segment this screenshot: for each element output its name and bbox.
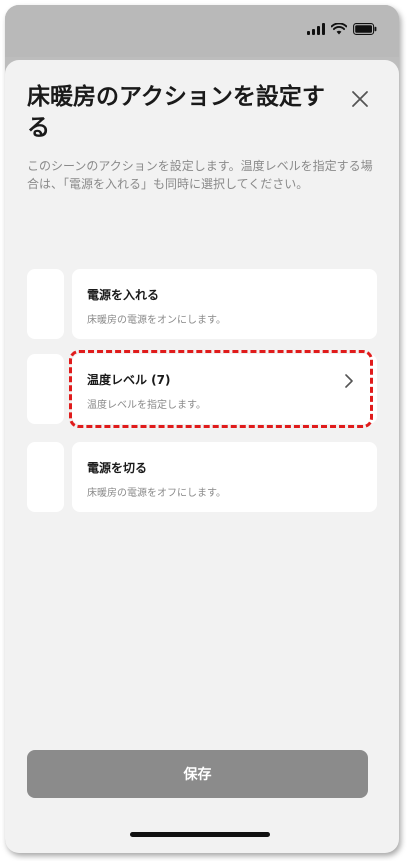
action-description: 温度レベルを指定します。 xyxy=(87,400,206,411)
action-icon-tile xyxy=(27,442,64,512)
action-icon-tile xyxy=(27,354,64,424)
status-bar xyxy=(5,5,399,57)
save-button[interactable]: 保存 xyxy=(27,750,368,798)
action-title: 電源を入れる xyxy=(87,288,160,302)
action-icon-tile xyxy=(27,269,64,339)
action-description: 床暖房の電源をオンにします。 xyxy=(87,315,226,326)
close-icon[interactable] xyxy=(349,88,371,110)
phone-frame: 床暖房のアクションを設定する このシーンのアクションを設定します。温度レベルを指… xyxy=(5,5,399,853)
action-row-power-on: 電源を入れる 床暖房の電源をオンにします。 xyxy=(27,269,377,339)
action-card-temperature-level[interactable]: 温度レベル (7) 温度レベルを指定します。 xyxy=(72,354,377,424)
signal-icon xyxy=(307,23,325,35)
sheet-description: このシーンのアクションを設定します。温度レベルを指定する場合は、「電源を入れる」… xyxy=(27,159,373,191)
action-title: 電源を切る xyxy=(87,461,148,475)
home-indicator[interactable] xyxy=(130,832,270,837)
action-title: 温度レベル (7) xyxy=(87,373,171,387)
sheet-title: 床暖房のアクションを設定する xyxy=(27,84,325,141)
action-card-power-on[interactable]: 電源を入れる 床暖房の電源をオンにします。 xyxy=(72,269,377,339)
action-sheet: 床暖房のアクションを設定する このシーンのアクションを設定します。温度レベルを指… xyxy=(5,60,399,853)
action-description: 床暖房の電源をオフにします。 xyxy=(87,488,226,499)
action-row-temperature-level: 温度レベル (7) 温度レベルを指定します。 xyxy=(27,354,377,424)
battery-icon xyxy=(353,23,377,35)
close-button[interactable] xyxy=(349,88,371,110)
action-card-power-off[interactable]: 電源を切る 床暖房の電源をオフにします。 xyxy=(72,442,377,512)
action-row-power-off: 電源を切る 床暖房の電源をオフにします。 xyxy=(27,442,377,512)
wifi-icon xyxy=(331,23,347,35)
status-icons xyxy=(307,23,377,35)
chevron-right-icon xyxy=(343,373,355,389)
